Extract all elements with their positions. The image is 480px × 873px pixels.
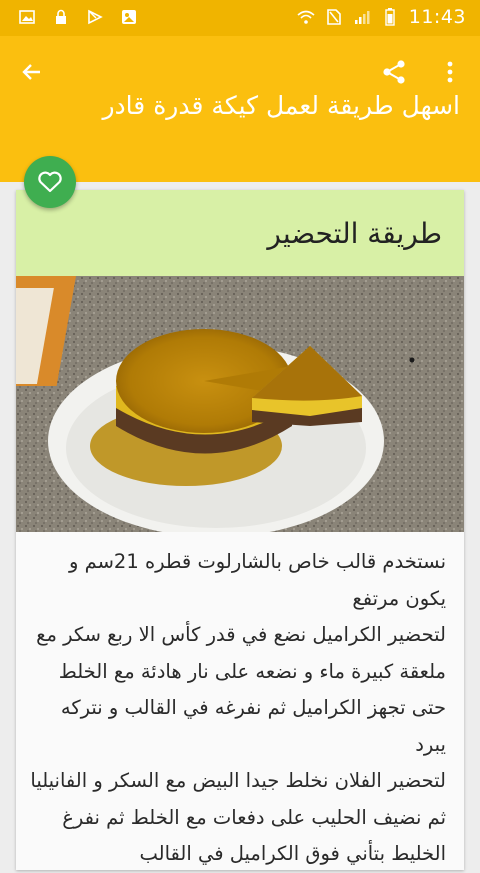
signal-icon xyxy=(353,8,371,26)
status-bar: 11:43 xyxy=(0,0,480,36)
more-vert-icon xyxy=(447,61,453,83)
recipe-photo xyxy=(16,276,464,532)
recipe-instructions: نستخدم قالب خاص بالشارلوت قطره 21سم و يك… xyxy=(16,532,464,873)
section-title: طريقة التحضير xyxy=(267,216,442,250)
page-title: اسهل طريقة لعمل كيكة قدرة قادر xyxy=(102,91,460,120)
favorite-button[interactable] xyxy=(24,156,76,208)
app-bar: اسهل طريقة لعمل كيكة قدرة قادر xyxy=(0,36,480,182)
image-icon xyxy=(18,8,36,26)
instruction-paragraph: لتحضير الكراميل نضع في قدر كأس الا ربع س… xyxy=(36,623,446,756)
card-header: طريقة التحضير xyxy=(16,190,464,276)
notification-icons xyxy=(18,8,138,26)
lock-icon xyxy=(52,8,70,26)
status-time: 11:43 xyxy=(408,6,466,28)
wifi-icon xyxy=(297,8,315,26)
play-store-icon xyxy=(86,8,104,26)
battery-icon xyxy=(381,8,399,26)
share-icon xyxy=(383,60,405,84)
gallery-icon xyxy=(120,8,138,26)
instruction-paragraph: نستخدم قالب خاص بالشارلوت قطره 21سم و يك… xyxy=(68,550,446,610)
back-button[interactable] xyxy=(14,54,50,90)
instruction-paragraph: لتحضير الفلان نخلط جيدا البيض مع السكر و… xyxy=(30,769,446,865)
no-sim-icon xyxy=(325,8,343,26)
heart-outline-icon xyxy=(38,171,62,193)
recipe-card: طريقة التحضير نستخدم قالب خاص بالشارلوت … xyxy=(16,190,464,870)
system-icons: 11:43 xyxy=(297,6,466,28)
back-arrow-icon xyxy=(22,64,40,80)
